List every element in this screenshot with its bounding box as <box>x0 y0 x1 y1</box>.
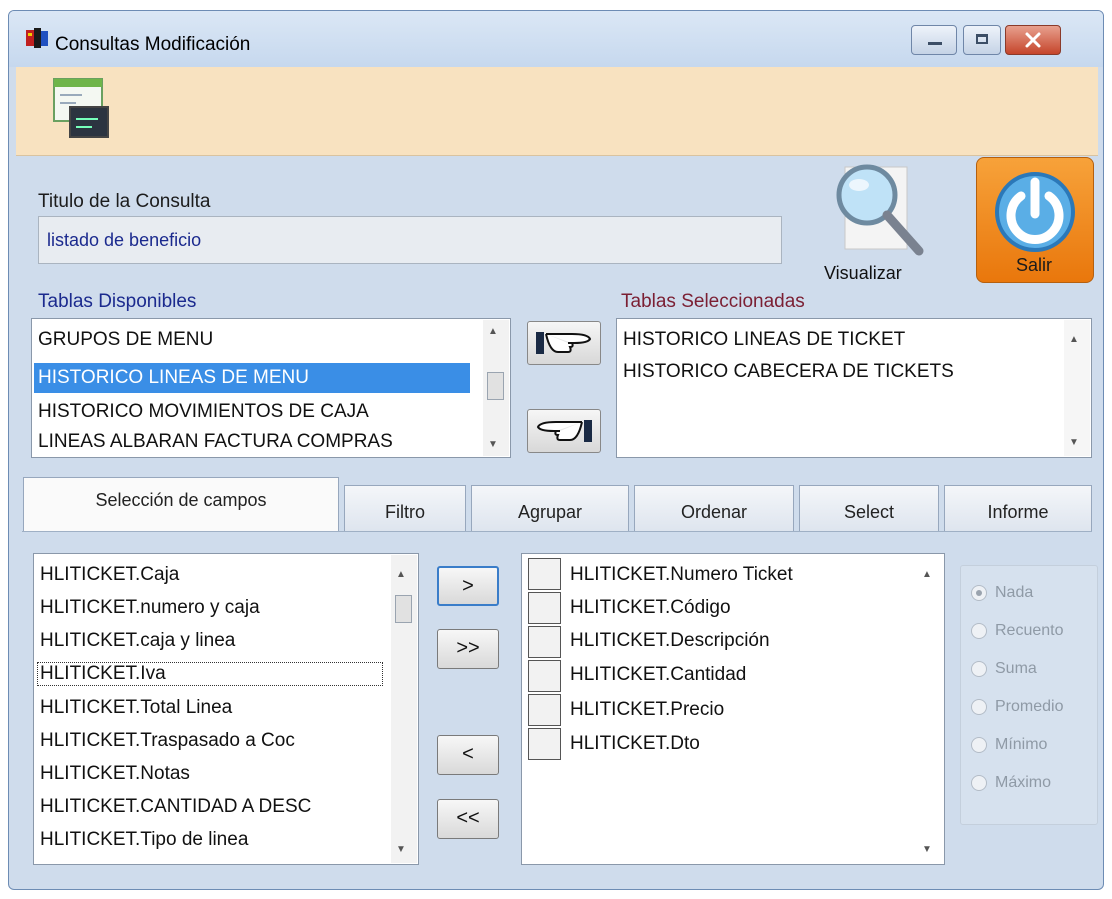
field-checkbox[interactable] <box>528 694 561 726</box>
minimize-icon <box>928 42 942 45</box>
list-item[interactable]: HLITICKET.Traspasado a Coc <box>40 730 380 752</box>
scroll-down-icon[interactable]: ▼ <box>396 844 406 855</box>
close-icon <box>1025 32 1041 48</box>
list-item[interactable]: HLITICKET.Código <box>570 597 731 619</box>
list-item[interactable]: GRUPOS DE MENU <box>38 329 213 351</box>
selected-fields-scrollbar[interactable]: ▲ ▼ <box>917 555 943 863</box>
radio-label: Nada <box>995 584 1034 601</box>
minimize-button[interactable] <box>911 25 957 55</box>
available-fields-list[interactable]: HLITICKET.Caja HLITICKET.numero y caja H… <box>33 553 419 865</box>
tab-seleccion-campos[interactable]: Selección de campos <box>23 477 339 533</box>
radio-suma[interactable] <box>971 661 987 677</box>
list-item[interactable]: HLITICKET.Total Linea <box>40 697 232 719</box>
scroll-up-icon[interactable]: ▲ <box>922 569 932 580</box>
scroll-up-icon[interactable]: ▲ <box>1069 334 1079 345</box>
salir-label: Salir <box>1016 255 1053 275</box>
list-item-focused[interactable]: HLITICKET.Iva <box>37 662 383 686</box>
list-item[interactable]: HLITICKET.Cantidad <box>570 664 746 686</box>
selected-tables-label: Tablas Seleccionadas <box>621 291 805 312</box>
tab-agrupar[interactable]: Agrupar <box>471 485 629 533</box>
list-item[interactable]: HLITICKET.Caja <box>40 564 179 586</box>
list-item[interactable]: HLITICKET.Precio <box>570 699 724 721</box>
field-checkbox[interactable] <box>528 558 561 590</box>
selected-tables-list[interactable]: HISTORICO LINEAS DE TICKET HISTORICO CAB… <box>616 318 1092 458</box>
remove-table-button[interactable] <box>527 409 601 453</box>
list-item[interactable]: HISTORICO LINEAS DE TICKET <box>623 329 905 351</box>
query-title-label: Titulo de la Consulta <box>38 191 211 212</box>
list-item[interactable]: HLITICKET.Dto <box>570 733 700 755</box>
list-item[interactable]: HLITICKET.Notas <box>40 763 190 785</box>
selected-tables-scrollbar[interactable]: ▲ ▼ <box>1064 320 1090 456</box>
field-checkbox[interactable] <box>528 626 561 658</box>
list-item[interactable]: HISTORICO MOVIMIENTOS DE CAJA <box>38 401 369 423</box>
list-item[interactable]: HLITICKET.Tipo de linea <box>40 829 248 851</box>
visualizar-label: Visualizar <box>824 263 902 283</box>
field-checkbox[interactable] <box>528 728 561 760</box>
available-tables-scrollbar[interactable]: ▲ ▼ <box>483 320 509 456</box>
list-item-selected[interactable]: HISTORICO LINEAS DE MENU <box>34 363 470 393</box>
add-field-button[interactable]: > <box>437 566 499 606</box>
radio-recuento[interactable] <box>971 623 987 639</box>
radio-maximo[interactable] <box>971 775 987 791</box>
radio-label: Suma <box>995 660 1037 677</box>
radio-promedio[interactable] <box>971 699 987 715</box>
list-item[interactable]: HLITICKET.Numero Ticket <box>570 564 793 586</box>
field-checkbox[interactable] <box>528 660 561 692</box>
app-icon <box>26 28 48 48</box>
query-window: Consultas Modificación Titulo de la Cons… <box>8 10 1104 890</box>
available-tables-label: Tablas Disponibles <box>38 291 197 312</box>
aggregate-radio-group: Nada Recuento Suma Promedio Mínimo Máxim… <box>960 565 1098 825</box>
scroll-thumb[interactable] <box>395 595 412 623</box>
tab-select[interactable]: Select <box>799 485 939 533</box>
maximize-button[interactable] <box>963 25 1001 55</box>
hand-pointing-right-icon <box>536 332 592 354</box>
title-bar[interactable]: Consultas Modificación <box>9 11 1103 67</box>
available-tables-list[interactable]: GRUPOS DE MENU HISTORICO LINEAS DE MENU … <box>31 318 511 458</box>
list-item[interactable]: LINEAS ALBARAN FACTURA COMPRAS <box>38 431 478 453</box>
field-checkbox[interactable] <box>528 592 561 624</box>
remove-field-button[interactable]: < <box>437 735 499 775</box>
tab-filtro[interactable]: Filtro <box>344 485 466 533</box>
radio-minimo[interactable] <box>971 737 987 753</box>
visualizar-button[interactable]: Visualizar <box>819 159 939 289</box>
hand-pointing-left-icon <box>536 420 592 442</box>
scroll-down-icon[interactable]: ▼ <box>1069 437 1079 448</box>
radio-label: Promedio <box>995 698 1064 715</box>
list-item[interactable]: HLITICKET.caja y linea <box>40 630 235 652</box>
scroll-thumb[interactable] <box>487 372 504 400</box>
add-table-button[interactable] <box>527 321 601 365</box>
radio-nada[interactable] <box>971 585 987 601</box>
scroll-up-icon[interactable]: ▲ <box>488 326 498 337</box>
radio-label: Mínimo <box>995 736 1048 753</box>
add-all-fields-button[interactable]: >> <box>437 629 499 669</box>
tab-informe[interactable]: Informe <box>944 485 1092 533</box>
close-button[interactable] <box>1005 25 1061 55</box>
list-item[interactable]: HLITICKET.numero y caja <box>40 597 260 619</box>
query-designer-icon[interactable] <box>52 75 112 143</box>
scroll-up-icon[interactable]: ▲ <box>396 569 406 580</box>
list-item[interactable]: HLITICKET.Descripción <box>570 630 770 652</box>
magnifier-icon <box>836 164 924 256</box>
scroll-down-icon[interactable]: ▼ <box>922 844 932 855</box>
power-icon <box>995 172 1075 252</box>
query-title-input[interactable]: listado de beneficio <box>38 216 782 264</box>
selected-fields-list[interactable]: HLITICKET.Numero Ticket HLITICKET.Código… <box>521 553 945 865</box>
salir-button[interactable]: Salir <box>976 157 1094 283</box>
toolbar <box>16 67 1098 156</box>
scroll-down-icon[interactable]: ▼ <box>488 439 498 450</box>
list-item[interactable]: HISTORICO CABECERA DE TICKETS <box>623 361 954 383</box>
radio-label: Recuento <box>995 622 1064 639</box>
window-title: Consultas Modificación <box>55 34 251 55</box>
maximize-icon <box>976 34 988 44</box>
tab-ordenar[interactable]: Ordenar <box>634 485 794 533</box>
remove-all-fields-button[interactable]: << <box>437 799 499 839</box>
available-fields-scrollbar[interactable]: ▲ ▼ <box>391 555 417 863</box>
radio-label: Máximo <box>995 774 1052 791</box>
list-item[interactable]: HLITICKET.CANTIDAD A DESC <box>40 796 380 818</box>
